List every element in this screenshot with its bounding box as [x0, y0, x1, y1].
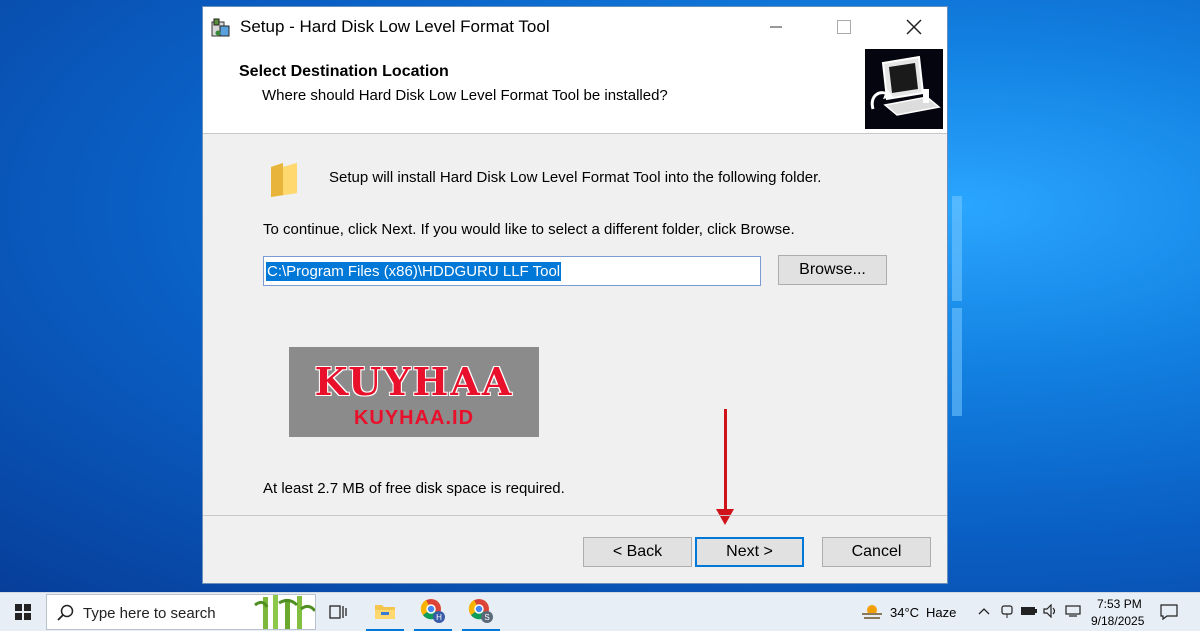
maximize-icon	[837, 20, 851, 34]
continue-instructions: To continue, click Next. If you would li…	[263, 221, 795, 238]
volume-icon[interactable]	[1043, 604, 1059, 618]
computer-install-icon	[865, 49, 943, 129]
setup-app-icon	[211, 18, 230, 37]
svg-text:S: S	[484, 613, 489, 622]
task-view-button[interactable]	[322, 593, 354, 631]
page-subtitle: Where should Hard Disk Low Level Format …	[262, 87, 668, 104]
notifications-icon[interactable]	[1160, 603, 1178, 621]
network-icon[interactable]	[1065, 604, 1081, 618]
folder-icon	[271, 163, 297, 197]
page-title: Select Destination Location	[239, 63, 449, 80]
svg-text:H: H	[436, 613, 442, 622]
close-button[interactable]	[891, 7, 937, 47]
chrome-profile-h-button[interactable]: H	[414, 593, 452, 631]
meet-now-icon[interactable]	[1000, 604, 1014, 620]
install-folder-text: Setup will install Hard Disk Low Level F…	[329, 169, 822, 186]
bamboo-decoration-icon	[254, 595, 315, 629]
weather-description[interactable]: Haze	[926, 605, 956, 620]
window-title: Setup - Hard Disk Low Level Format Tool	[240, 17, 550, 36]
file-explorer-taskbar-button[interactable]	[366, 593, 404, 631]
wizard-header: Select Destination Location Where should…	[203, 47, 947, 134]
file-explorer-icon	[375, 605, 395, 619]
footer-divider	[203, 515, 947, 516]
cancel-button[interactable]: Cancel	[822, 537, 931, 567]
close-icon	[906, 19, 922, 35]
taskbar-search-box[interactable]: Type here to search	[46, 594, 316, 630]
title-bar[interactable]: Setup - Hard Disk Low Level Format Tool	[203, 7, 947, 47]
windows-logo-pane	[952, 308, 962, 416]
battery-icon[interactable]	[1020, 605, 1038, 617]
windows-start-icon	[15, 604, 31, 620]
next-button[interactable]: Next >	[695, 537, 804, 567]
watermark-title: KUYHAA	[314, 359, 514, 404]
maximize-button[interactable]	[821, 7, 867, 47]
setup-dialog: Setup - Hard Disk Low Level Format Tool …	[202, 6, 948, 584]
minimize-icon	[770, 26, 782, 28]
search-icon	[57, 604, 74, 621]
chevron-up-icon[interactable]	[978, 606, 990, 616]
taskbar: Type here to search H S 34°C Haze 7:53 P…	[0, 592, 1200, 631]
task-view-icon	[329, 605, 347, 619]
start-button[interactable]	[0, 593, 46, 631]
browse-button[interactable]: Browse...	[778, 255, 887, 285]
clock-date[interactable]: 9/18/2025	[1091, 614, 1144, 628]
disk-space-text: At least 2.7 MB of free disk space is re…	[263, 480, 565, 497]
chrome-profile-s-button[interactable]: S	[462, 593, 500, 631]
path-selected-text: C:\Program Files (x86)\HDDGURU LLF Tool	[266, 261, 562, 281]
watermark-subtitle: KUYHAA.ID	[353, 407, 475, 429]
watermark-logo: KUYHAA KUYHAA.ID	[289, 347, 539, 437]
clock-time[interactable]: 7:53 PM	[1097, 597, 1142, 611]
windows-logo-pane	[952, 196, 962, 301]
weather-haze-icon	[862, 605, 882, 619]
search-placeholder: Type here to search	[83, 605, 216, 622]
weather-temperature[interactable]: 34°C	[890, 605, 919, 620]
chrome-icon: H	[420, 599, 445, 623]
annotation-arrow-shaft	[724, 409, 727, 513]
back-button[interactable]: < Back	[583, 537, 692, 567]
minimize-button[interactable]	[753, 7, 799, 47]
destination-path-input[interactable]: C:\Program Files (x86)\HDDGURU LLF Tool	[263, 256, 761, 286]
annotation-arrow-head	[716, 509, 734, 525]
chrome-icon: S	[468, 599, 493, 623]
